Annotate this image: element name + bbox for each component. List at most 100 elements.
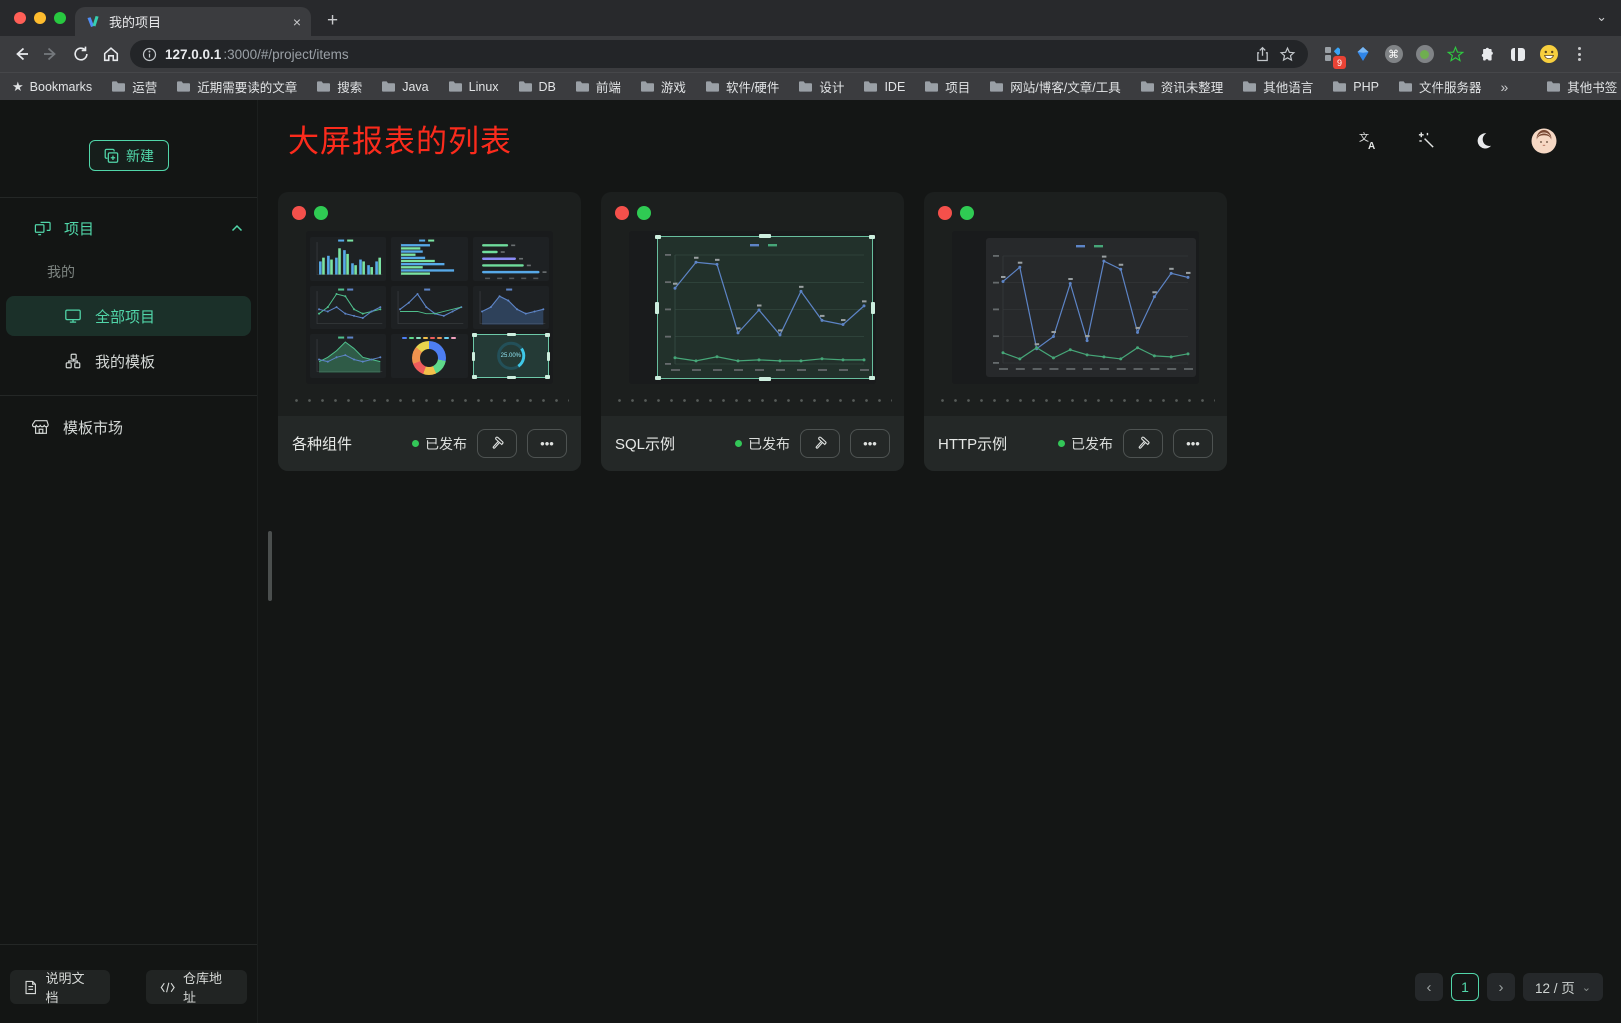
bookmark-item[interactable]: 软件/硬件 xyxy=(705,77,779,96)
browser-menu-icon[interactable] xyxy=(1564,39,1595,69)
bookmark-item[interactable]: 搜索 xyxy=(316,77,362,96)
goview-app: 新建 项目 我的 全部项目 我的模板 xyxy=(0,100,1621,1023)
bookmarks-overflow-icon[interactable]: » xyxy=(1500,79,1508,95)
bookmark-item[interactable]: 文件服务器 xyxy=(1398,77,1482,96)
sidebar-divider xyxy=(0,197,257,198)
share-icon[interactable] xyxy=(1254,46,1271,63)
sidebar-group-mine: 我的 xyxy=(47,262,257,282)
card-green-dot xyxy=(637,206,651,220)
bookmark-item[interactable]: 运营 xyxy=(111,77,157,96)
tab-search-icon[interactable]: ⌄ xyxy=(1596,9,1607,25)
sidebar-item-all-projects[interactable]: 全部项目 xyxy=(6,296,251,336)
bookmarks-bar: ★ Bookmarks 运营近期需要读的文章搜索 Java Linux DB 前端游戏软… xyxy=(0,72,1621,100)
more-button[interactable]: ••• xyxy=(527,429,567,458)
back-icon[interactable] xyxy=(6,39,36,69)
selection-handle[interactable] xyxy=(655,235,661,239)
store-icon xyxy=(32,418,50,436)
selection-handle[interactable] xyxy=(869,376,875,380)
dark-mode-moon-icon[interactable] xyxy=(1474,131,1493,150)
new-project-button[interactable]: 新建 xyxy=(89,140,169,171)
extension-grid-icon[interactable]: 9 xyxy=(1316,39,1347,69)
magic-wand-icon[interactable] xyxy=(1417,131,1436,150)
selection-handle[interactable] xyxy=(869,235,875,239)
current-page-button[interactable]: 1 xyxy=(1451,973,1479,1001)
bookmarks-root-item[interactable]: ★ Bookmarks xyxy=(12,79,92,95)
traffic-lights xyxy=(14,12,66,24)
tab-title: 我的项目 xyxy=(109,12,285,31)
tab-close-icon[interactable]: × xyxy=(293,14,301,30)
bookmark-item[interactable]: 前端 xyxy=(575,77,621,96)
edit-hammer-button[interactable] xyxy=(1123,429,1163,458)
repo-button[interactable]: 仓库地址 xyxy=(146,970,247,1004)
more-button[interactable]: ••• xyxy=(850,429,890,458)
bookmark-item[interactable]: 网站/博客/文章/工具 xyxy=(989,77,1120,96)
sidebar-item-template-market[interactable]: 模板市场 xyxy=(6,409,251,445)
extension-dot-icon[interactable] xyxy=(1409,39,1440,69)
new-tab-button[interactable]: + xyxy=(327,11,338,30)
extension-star-icon[interactable] xyxy=(1440,39,1471,69)
bookmark-star-icon[interactable] xyxy=(1279,46,1296,63)
folder-icon xyxy=(111,80,126,93)
mini-chart xyxy=(473,286,549,330)
edit-hammer-button[interactable] xyxy=(800,429,840,458)
profile-avatar-icon[interactable] xyxy=(1533,39,1564,69)
edit-hammer-button[interactable] xyxy=(477,429,517,458)
docs-button[interactable]: 说明文档 xyxy=(10,970,110,1004)
bookmark-item[interactable]: Linux xyxy=(448,77,499,96)
page-size-select[interactable]: 12 / 页 ⌄ xyxy=(1523,973,1603,1001)
bookmark-item[interactable]: 近期需要读的文章 xyxy=(176,77,297,96)
card-thumbnail xyxy=(629,231,876,384)
selection-handle[interactable] xyxy=(655,302,659,314)
reload-icon[interactable] xyxy=(66,39,96,69)
folder-icon xyxy=(705,80,720,93)
project-card[interactable]: SQL示例 已发布 ••• xyxy=(601,192,904,471)
card-red-dot xyxy=(615,206,629,220)
bookmark-item[interactable]: 游戏 xyxy=(640,77,686,96)
user-avatar[interactable] xyxy=(1531,128,1557,154)
scrollbar-thumb[interactable] xyxy=(268,531,272,601)
bookmark-item[interactable]: Java xyxy=(381,77,428,96)
sidebar-item-my-templates[interactable]: 我的模板 xyxy=(6,342,251,380)
dotted-divider xyxy=(613,399,892,402)
selected-component-overlay[interactable]: 25.00% xyxy=(473,334,549,378)
next-page-button[interactable]: › xyxy=(1487,973,1515,1001)
extension-gem-icon[interactable] xyxy=(1347,39,1378,69)
monitor-icon xyxy=(64,307,82,325)
selection-handle[interactable] xyxy=(655,376,661,380)
language-icon[interactable]: 文A xyxy=(1359,131,1379,151)
selection-handle[interactable] xyxy=(871,302,875,314)
minimize-window-button[interactable] xyxy=(34,12,46,24)
bookmark-item[interactable]: 资讯未整理 xyxy=(1140,77,1224,96)
sidebar-section-projects[interactable]: 项目 xyxy=(34,214,243,242)
bookmark-item[interactable]: 项目 xyxy=(924,77,970,96)
selection-handle[interactable] xyxy=(759,377,771,381)
url-bar[interactable]: 127.0.0.1:3000/#/project/items xyxy=(130,40,1308,68)
site-info-icon[interactable] xyxy=(142,47,157,62)
project-card[interactable]: HTTP示例 已发布 ••• xyxy=(924,192,1227,471)
selection-handle[interactable] xyxy=(759,234,771,238)
forward-icon[interactable] xyxy=(36,39,66,69)
folder-icon xyxy=(381,80,396,93)
bookmark-item[interactable]: IDE xyxy=(863,77,905,96)
bookmark-item[interactable]: PHP xyxy=(1332,77,1379,96)
bookmark-item[interactable]: 设计 xyxy=(798,77,844,96)
project-card[interactable]: 25.00% 各种组件 已发布 ••• xyxy=(278,192,581,471)
extensions-puzzle-icon[interactable] xyxy=(1471,39,1502,69)
more-button[interactable]: ••• xyxy=(1173,429,1213,458)
browser-tab[interactable]: 我的项目 × xyxy=(75,7,311,36)
card-title: 各种组件 xyxy=(292,433,352,454)
zoom-window-button[interactable] xyxy=(54,12,66,24)
extension-command-icon[interactable]: ⌘ xyxy=(1378,39,1409,69)
bookmark-item[interactable]: DB xyxy=(518,77,556,96)
side-panel-icon[interactable] xyxy=(1502,39,1533,69)
folder-icon xyxy=(989,80,1004,93)
gauge-value: 25.00% xyxy=(474,353,548,359)
prev-page-button[interactable]: ‹ xyxy=(1415,973,1443,1001)
code-icon xyxy=(160,981,175,994)
other-bookmarks-item[interactable]: 其他书签 xyxy=(1546,77,1617,96)
status-badge: 已发布 xyxy=(735,434,790,454)
bookmark-item[interactable]: 其他语言 xyxy=(1242,77,1313,96)
close-window-button[interactable] xyxy=(14,12,26,24)
folder-icon xyxy=(798,80,813,93)
home-icon[interactable] xyxy=(96,39,126,69)
